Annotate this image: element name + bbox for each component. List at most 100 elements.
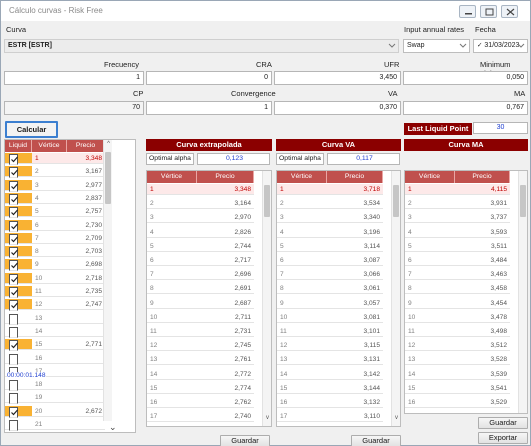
table-row[interactable]: 2 3,534 <box>277 198 383 210</box>
table-row[interactable]: 13 3,131 <box>277 354 383 366</box>
fecha-picker[interactable]: ✓ 31/03/2023 <box>473 39 528 53</box>
precio-cell[interactable]: 2,703 <box>67 246 105 258</box>
precio-cell[interactable]: 2,718 <box>67 273 105 284</box>
table-row[interactable]: 14 <box>5 326 105 338</box>
precio-cell[interactable] <box>67 326 105 337</box>
liquid-checkbox[interactable] <box>9 326 18 338</box>
precio-cell[interactable] <box>67 313 105 324</box>
liquid-checkbox[interactable] <box>9 193 18 205</box>
precio-cell[interactable]: 2,735 <box>67 286 105 297</box>
precio-cell[interactable]: 2,730 <box>67 220 105 231</box>
scroll-thumb[interactable] <box>264 185 270 217</box>
ufr-field[interactable]: 3,450 <box>274 71 401 85</box>
col-liquid[interactable]: Liquid <box>5 140 32 152</box>
liquid-checkbox[interactable] <box>9 393 18 405</box>
precio-cell[interactable] <box>67 379 105 391</box>
liquid-checkbox[interactable] <box>9 180 18 192</box>
liquid-checkbox[interactable] <box>9 220 18 232</box>
table-row[interactable]: 10 2,718 <box>5 272 105 285</box>
table-row[interactable]: 11 2,735 <box>5 286 105 298</box>
precio-cell[interactable]: 3,348 <box>67 153 105 164</box>
min-alpha-field[interactable]: 0,050 <box>403 71 528 85</box>
chevron-down-icon[interactable]: ⌄ <box>109 422 117 432</box>
precio-cell[interactable]: 2,757 <box>67 206 105 218</box>
table-row[interactable]: 14 3,142 <box>277 369 383 380</box>
table-row[interactable]: 17 3,110 <box>277 411 383 423</box>
convergence-field[interactable]: 1 <box>146 101 272 115</box>
table-row[interactable]: 7 2,709 <box>5 232 105 245</box>
table-row[interactable]: 5 3,114 <box>277 241 383 252</box>
table-row[interactable]: 11 3,101 <box>277 326 383 337</box>
col-vertice[interactable]: Vértice <box>277 171 327 183</box>
table-row[interactable]: 2 3,164 <box>147 198 254 210</box>
col-precio[interactable]: Precio <box>455 171 510 183</box>
table-row[interactable]: 5 2,757 <box>5 206 105 219</box>
table-row[interactable]: 4 2,826 <box>147 227 254 238</box>
exportar-button[interactable]: Exportar <box>478 432 528 444</box>
col-vertice[interactable]: Vértice <box>147 171 197 183</box>
calcular-button[interactable]: Calcular <box>5 121 58 138</box>
table-row[interactable]: 4 2,837 <box>5 192 105 205</box>
table-row[interactable]: 173,507 <box>405 411 510 413</box>
col-vertice[interactable]: Vértice <box>32 140 67 152</box>
table-row[interactable]: 5 2,744 <box>147 241 254 252</box>
cra-field[interactable]: 0 <box>146 71 272 85</box>
table-row[interactable]: 19 <box>5 392 105 405</box>
liquid-checkbox[interactable] <box>9 154 18 165</box>
precio-cell[interactable]: 2,709 <box>67 233 105 244</box>
liquid-checkbox[interactable] <box>9 300 18 312</box>
table-row[interactable]: 18 <box>5 379 105 392</box>
input-rates-select[interactable]: Swap <box>403 39 470 53</box>
table-row[interactable]: 2 3,167 <box>5 166 105 179</box>
col-precio[interactable]: Precio <box>67 140 105 152</box>
liquid-checkbox[interactable] <box>9 406 18 418</box>
scroll-down-icon[interactable]: v <box>264 415 271 422</box>
guardar-ma-button[interactable]: Guardar <box>478 417 528 429</box>
table-row[interactable]: 10 3,478 <box>405 312 510 323</box>
table-row[interactable]: 12 3,115 <box>277 340 383 352</box>
precio-cell[interactable]: 2,747 <box>67 299 105 311</box>
table-row[interactable]: 6 3,087 <box>277 255 383 266</box>
liquid-checkbox[interactable] <box>9 353 18 365</box>
table-row[interactable]: 15 3,144 <box>277 383 383 394</box>
table-row[interactable]: 9 2,698 <box>5 259 105 272</box>
precio-cell[interactable]: 3,167 <box>67 166 105 178</box>
precio-cell[interactable] <box>67 419 105 430</box>
table-row[interactable]: 15 3,541 <box>405 383 510 394</box>
table-row[interactable]: 8 3,061 <box>277 283 383 295</box>
col-precio[interactable]: Precio <box>197 171 254 183</box>
table-row[interactable]: 10 2,711 <box>147 312 254 323</box>
table-row[interactable]: 1 3,718 <box>277 184 383 195</box>
table-row[interactable]: 10 3,081 <box>277 312 383 323</box>
table-row[interactable]: 8 2,703 <box>5 246 105 259</box>
table-row[interactable]: 7 3,463 <box>405 269 510 281</box>
table-row[interactable]: 14 3,539 <box>405 369 510 380</box>
precio-cell[interactable] <box>67 366 105 377</box>
table-row[interactable]: 12 3,512 <box>405 340 510 352</box>
va-field[interactable]: 0,370 <box>274 101 401 115</box>
minimize-button[interactable] <box>459 5 476 18</box>
table-row[interactable]: 2 3,931 <box>405 198 510 210</box>
scroll-down-icon[interactable]: v <box>393 415 400 422</box>
table-row[interactable]: 16 3,529 <box>405 397 510 408</box>
table-row[interactable]: 5 3,511 <box>405 241 510 252</box>
liquid-checkbox[interactable] <box>9 287 18 298</box>
table-row[interactable]: 3 3,340 <box>277 212 383 224</box>
table-row[interactable]: 21 <box>5 419 105 431</box>
scroll-up-icon[interactable]: ^ <box>105 141 112 148</box>
table-row[interactable]: 4 3,593 <box>405 227 510 238</box>
table-row[interactable]: 1 4,115 <box>405 184 510 195</box>
table-row[interactable]: 8 3,458 <box>405 283 510 295</box>
table-row[interactable]: 3 3,737 <box>405 212 510 224</box>
liquid-checkbox[interactable] <box>9 273 18 285</box>
liquid-checkbox[interactable] <box>9 167 18 179</box>
table-row[interactable]: 9 3,057 <box>277 298 383 309</box>
scroll-thumb[interactable] <box>520 185 526 217</box>
table-row[interactable]: 7 2,696 <box>147 269 254 281</box>
precio-cell[interactable] <box>67 392 105 404</box>
table-row[interactable]: 1 3,348 <box>5 153 105 165</box>
table-row[interactable]: 8 2,691 <box>147 283 254 295</box>
table-row[interactable]: 6 2,717 <box>147 255 254 266</box>
table-row[interactable]: 16 <box>5 353 105 365</box>
extrapolada-scrollbar[interactable]: v <box>262 171 271 426</box>
